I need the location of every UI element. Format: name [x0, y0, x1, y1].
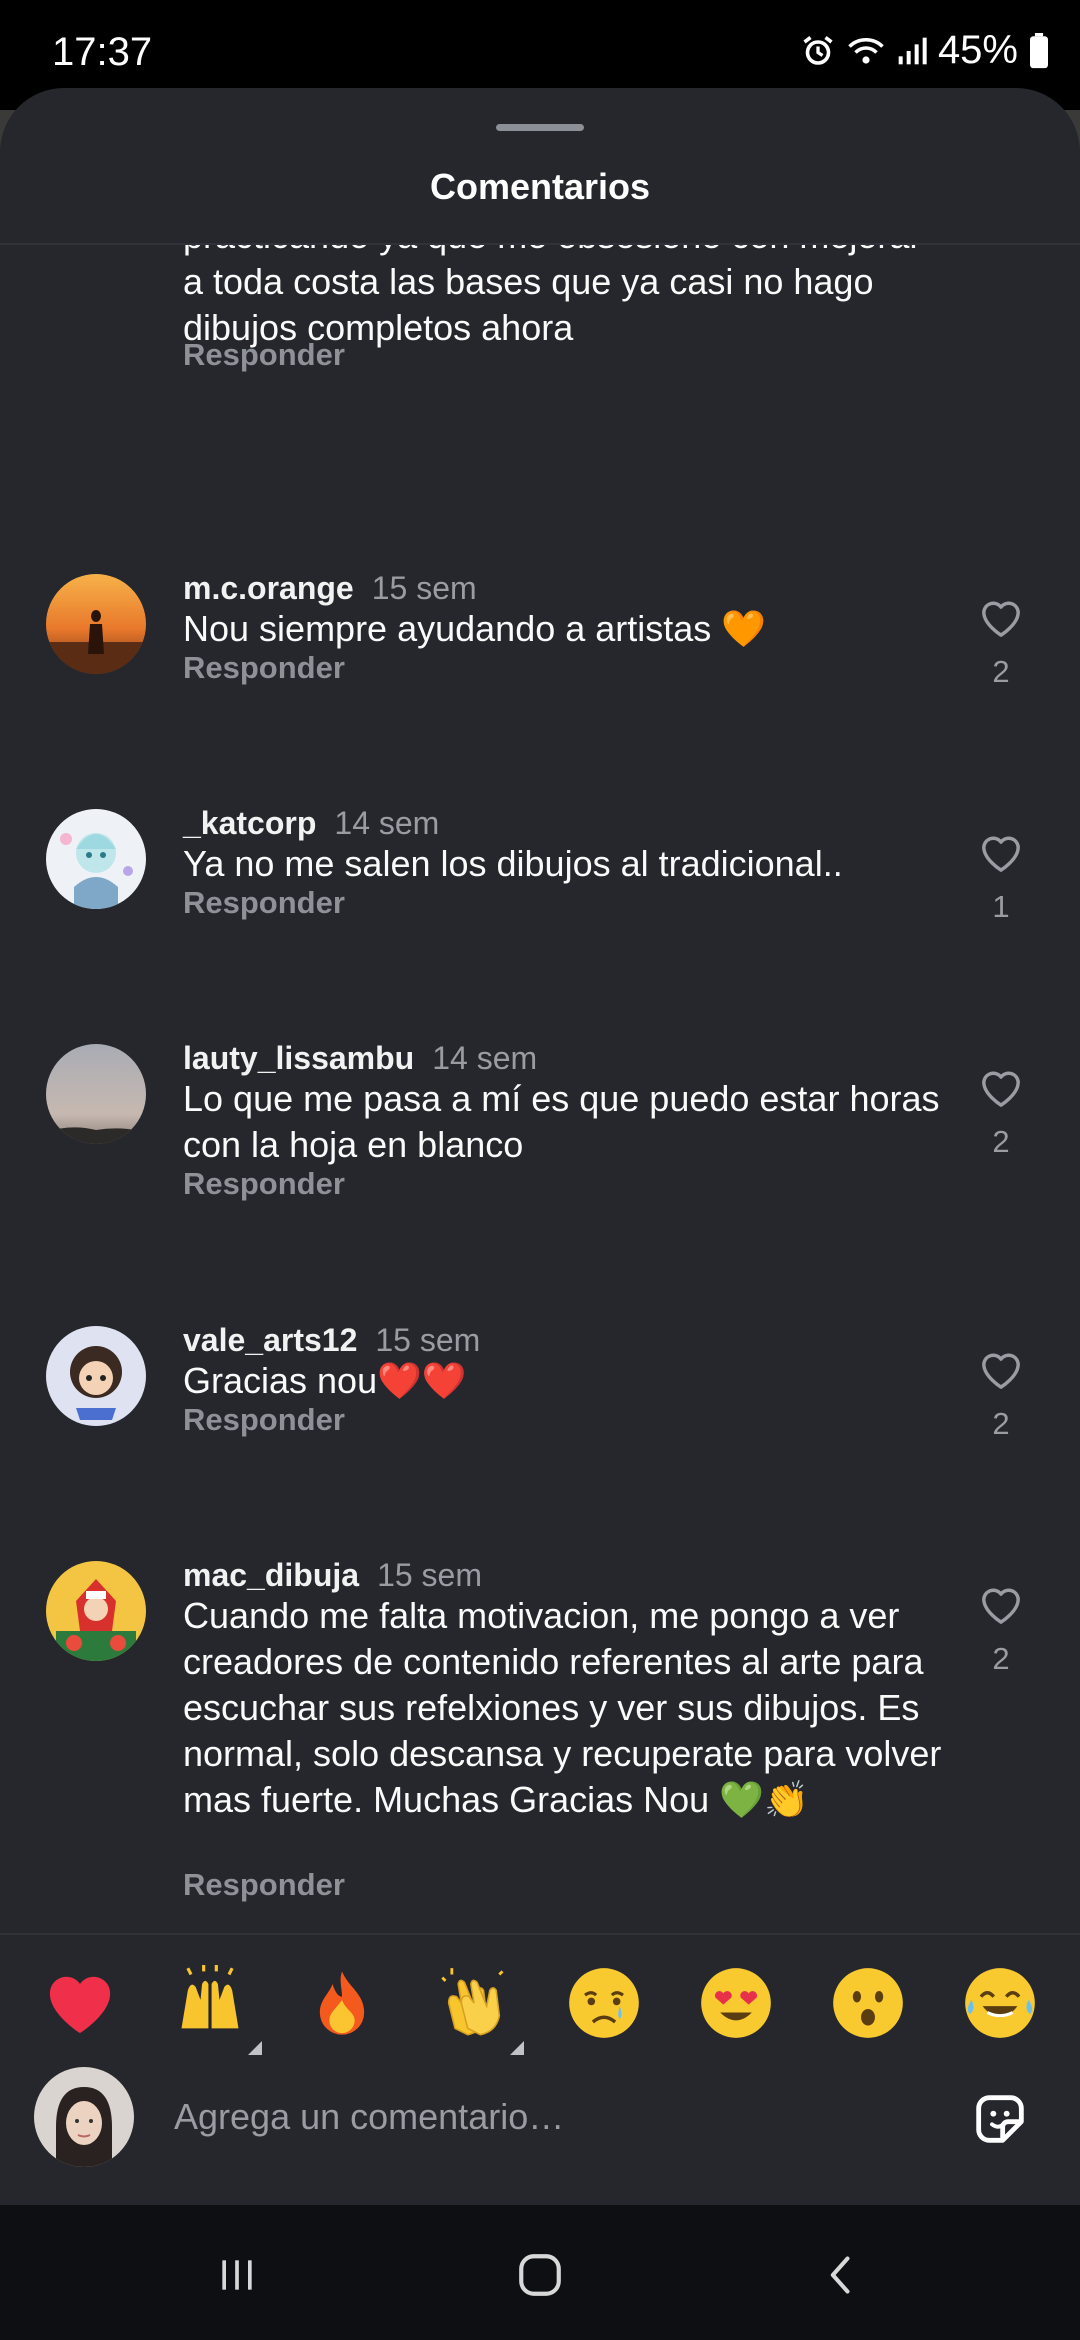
comment-header: _katcorp 14 sem	[183, 805, 439, 842]
reply-button[interactable]: Responder	[183, 885, 345, 921]
like-count: 2	[992, 1124, 1010, 1159]
signal-icon	[896, 35, 928, 67]
current-user-avatar	[34, 2067, 134, 2167]
like-button[interactable]: 2	[971, 1066, 1031, 1160]
like-count: 1	[992, 889, 1010, 924]
comment-username[interactable]: _katcorp	[183, 805, 316, 841]
comment-header: vale_arts12 15 sem	[183, 1322, 480, 1359]
comment-header: m.c.orange 15 sem	[183, 570, 477, 607]
reply-button[interactable]: Responder	[183, 337, 345, 373]
comment-text: Gracias nou❤️❤️	[183, 1360, 467, 1401]
comment-header: mac_dibuja 15 sem	[183, 1557, 482, 1594]
comments-list[interactable]: practicando ya que me obsesioné con mejo…	[0, 245, 1080, 1933]
comment-time: 15 sem	[375, 1322, 481, 1358]
like-button[interactable]: 1	[971, 831, 1031, 925]
back-icon[interactable]	[812, 2245, 872, 2305]
red-heart-icon[interactable]	[42, 1965, 118, 2041]
like-count: 2	[992, 1406, 1010, 1441]
heart-outline-icon	[971, 596, 1031, 638]
comment-username[interactable]: m.c.orange	[183, 570, 354, 606]
avatar[interactable]	[46, 1044, 146, 1144]
comment-text: Cuando me falta motivacion, me pongo a v…	[183, 1595, 942, 1820]
wifi-icon	[846, 33, 886, 69]
comment-header: lauty_lissambu 14 sem	[183, 1040, 537, 1077]
crying-face-icon[interactable]	[566, 1965, 642, 2041]
comment-text: Lo que me pasa a mí es que puedo estar h…	[183, 1078, 940, 1165]
comment-username[interactable]: mac_dibuja	[183, 1557, 359, 1593]
avatar[interactable]	[46, 574, 146, 674]
sheet-title: Comentarios	[429, 166, 651, 207]
sticker-icon[interactable]	[968, 2087, 1032, 2151]
heart-eyes-face-icon[interactable]	[698, 1965, 774, 2041]
comment-text: practicando ya que me obsesioné con mejo…	[183, 245, 921, 348]
like-button[interactable]: 2	[971, 1348, 1031, 1442]
comment-time: 14 sem	[334, 805, 440, 841]
reply-button[interactable]: Responder	[183, 650, 345, 686]
comment-input[interactable]	[174, 2085, 934, 2149]
avatar[interactable]	[46, 1326, 146, 1426]
heart-outline-icon	[971, 1066, 1031, 1108]
alarm-icon	[800, 33, 836, 69]
comments-sheet: Comentarios practicando ya que me obsesi…	[0, 88, 1080, 2205]
status-time: 17:37	[52, 30, 153, 74]
reply-button[interactable]: Responder	[183, 1402, 345, 1438]
comment-username[interactable]: vale_arts12	[183, 1322, 357, 1358]
comment-time: 15 sem	[371, 570, 477, 606]
sheet-grabber[interactable]	[496, 124, 584, 131]
raising-hands-icon[interactable]	[172, 1965, 248, 2041]
heart-outline-icon	[971, 831, 1031, 873]
heart-outline-icon	[971, 1348, 1031, 1390]
reply-button[interactable]: Responder	[183, 1166, 345, 1202]
like-button[interactable]: 2	[971, 1583, 1031, 1677]
battery-percent: 45%	[937, 28, 1018, 72]
comment-username[interactable]: lauty_lissambu	[183, 1040, 414, 1076]
like-count: 2	[992, 1641, 1010, 1676]
comment-time: 15 sem	[377, 1557, 482, 1593]
comment-composer	[0, 2065, 1080, 2205]
status-icons: 45%	[800, 28, 1050, 73]
like-count: 2	[992, 654, 1010, 689]
comment-text: Ya no me salen los dibujos al tradiciona…	[183, 843, 843, 884]
battery-icon	[1028, 32, 1050, 69]
surprised-face-icon[interactable]	[830, 1965, 906, 2041]
system-nav-bar	[0, 2205, 1080, 2340]
tears-of-joy-face-icon[interactable]	[962, 1965, 1038, 2041]
reply-button[interactable]: Responder	[183, 1867, 345, 1903]
heart-outline-icon	[971, 1583, 1031, 1625]
fire-icon[interactable]	[304, 1965, 380, 2041]
clapping-hands-icon[interactable]	[436, 1965, 512, 2041]
skin-tone-caret-icon	[510, 2041, 524, 2055]
avatar[interactable]	[46, 1561, 146, 1661]
recent-apps-icon[interactable]	[207, 2245, 267, 2305]
skin-tone-caret-icon	[248, 2041, 262, 2055]
avatar[interactable]	[46, 809, 146, 909]
like-button[interactable]: 2	[971, 596, 1031, 690]
comment-time: 14 sem	[432, 1040, 538, 1076]
comment-text: Nou siempre ayudando a artistas 🧡	[183, 608, 767, 649]
emoji-reaction-bar	[0, 1933, 1080, 2065]
home-icon[interactable]	[510, 2245, 570, 2305]
